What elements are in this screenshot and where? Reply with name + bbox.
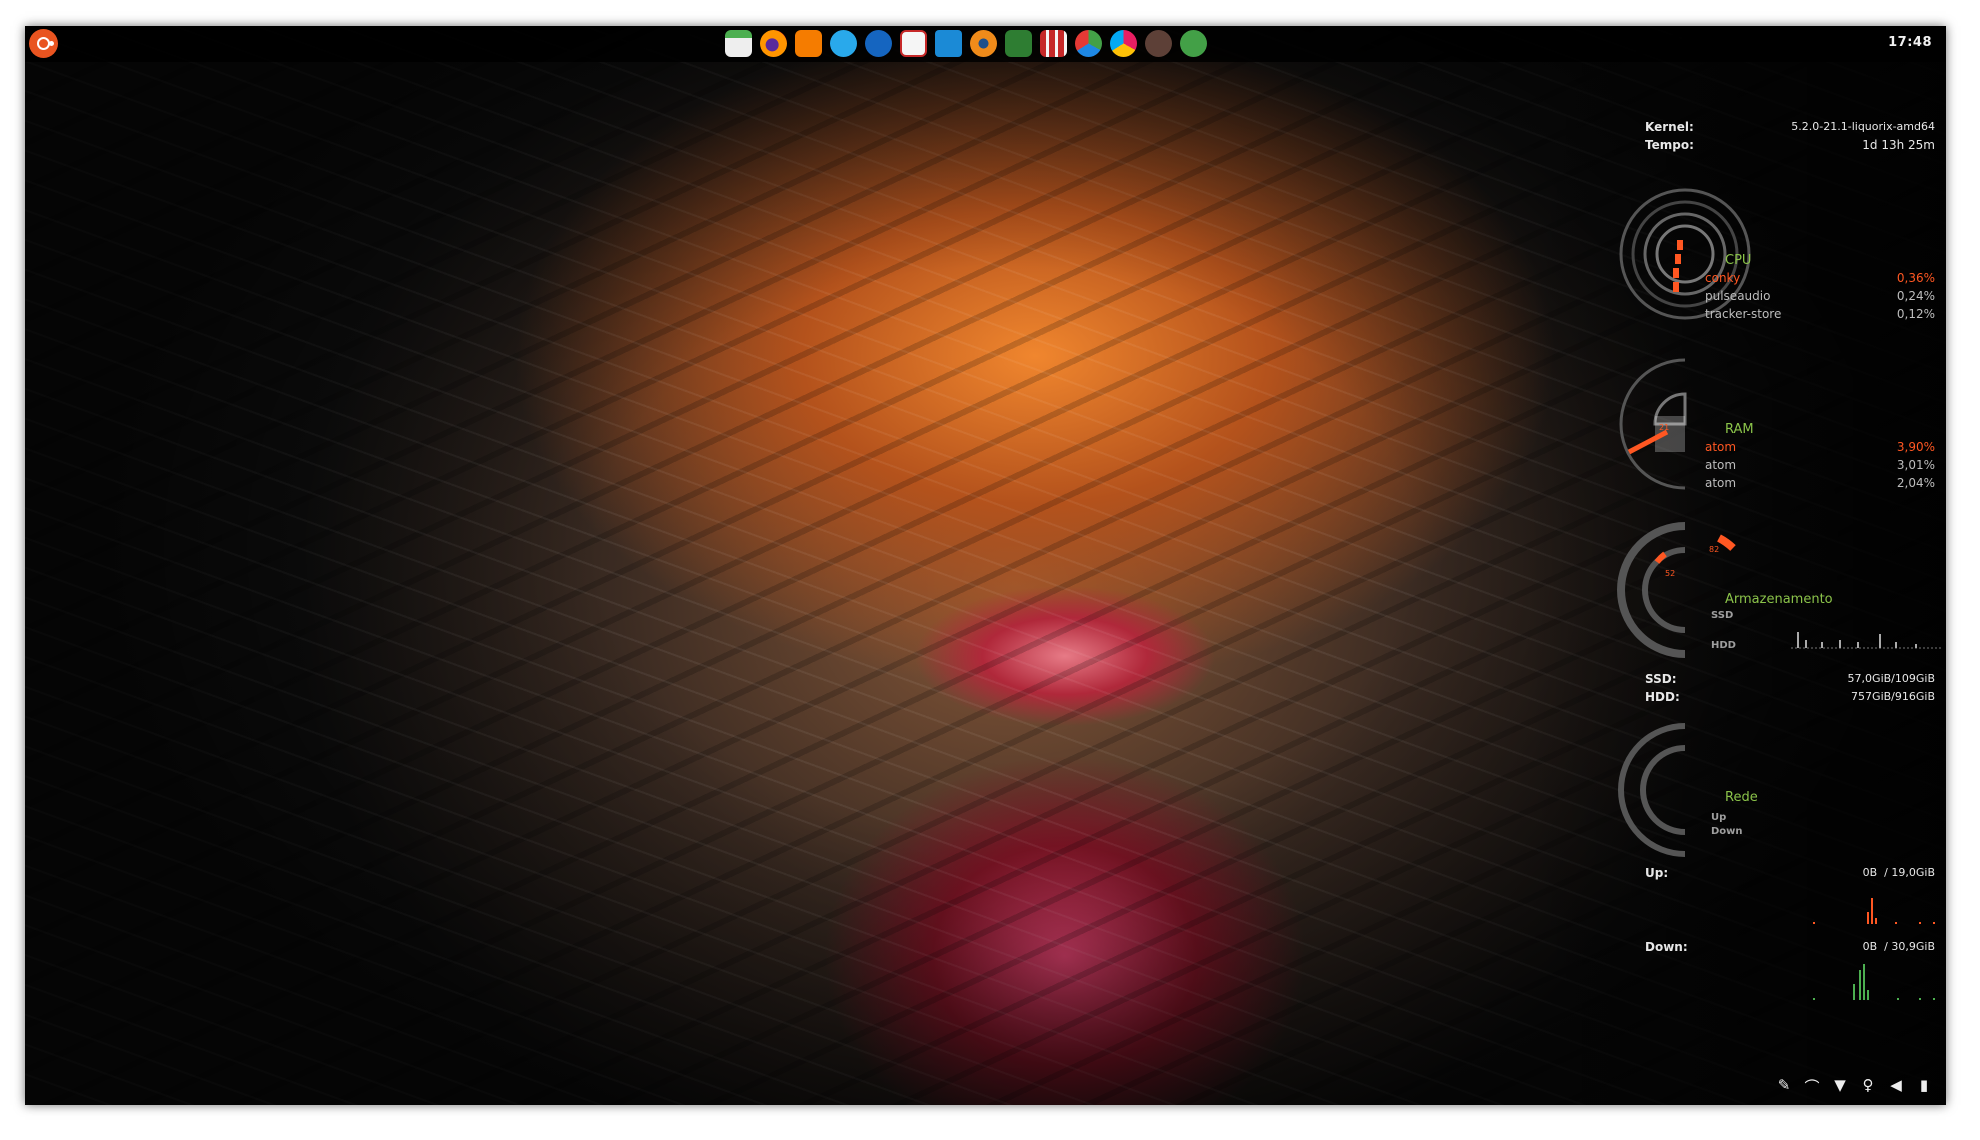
uptime-label: Tempo: bbox=[1645, 138, 1694, 152]
solitaire-icon[interactable] bbox=[900, 30, 927, 57]
ram-proc-3: atom 2,04% bbox=[1705, 476, 1935, 490]
firefox-icon[interactable] bbox=[760, 30, 787, 57]
ram-title: RAM bbox=[1725, 422, 1754, 437]
cpu-proc-3: tracker-store 0,12% bbox=[1705, 307, 1935, 321]
deezer-icon[interactable] bbox=[865, 30, 892, 57]
system-tray: ✎ ⌒ ▼ ♀ ◀ ▮ bbox=[1776, 1076, 1932, 1097]
blender-icon[interactable] bbox=[970, 30, 997, 57]
ram-proc-name: atom bbox=[1705, 458, 1737, 472]
top-panel: 17:48 bbox=[25, 26, 1946, 62]
ram-proc-value: 3,90% bbox=[1896, 440, 1935, 454]
hdd-label: HDD bbox=[1711, 640, 1736, 651]
cpu-proc-value: 0,24% bbox=[1896, 289, 1935, 303]
ssd-row-label: SSD: bbox=[1645, 672, 1677, 686]
down-label: Down bbox=[1711, 826, 1743, 837]
hdd-percent: 82 bbox=[1709, 545, 1719, 554]
ssd-label: SSD bbox=[1711, 610, 1734, 621]
hdd-row-label: HDD: bbox=[1645, 690, 1680, 704]
ssd-row-value: 57,0GiB/109GiB bbox=[1847, 672, 1935, 685]
up-row-value: 0B / 19,0GiB bbox=[1862, 866, 1935, 879]
gimp-icon[interactable] bbox=[1145, 30, 1172, 57]
bulb-icon[interactable]: ♀ bbox=[1860, 1076, 1876, 1097]
up-label: Up bbox=[1711, 812, 1727, 823]
archive-manager-icon[interactable] bbox=[1005, 30, 1032, 57]
ram-proc-name: atom bbox=[1705, 476, 1737, 490]
ram-proc-1: atom 3,90% bbox=[1705, 440, 1935, 454]
network-title: Rede bbox=[1725, 790, 1758, 805]
down-row-label: Down: bbox=[1645, 940, 1688, 954]
files-icon[interactable] bbox=[725, 30, 752, 57]
davinci-resolve-icon[interactable] bbox=[1110, 30, 1137, 57]
wifi-icon[interactable]: ▼ bbox=[1832, 1076, 1848, 1097]
uptime-value: 1d 13h 25m bbox=[1862, 138, 1935, 152]
kernel-row: Kernel: 5.2.0-21.1-liquorix-amd64 bbox=[1645, 120, 1935, 134]
conky-widget: Kernel: 5.2.0-21.1-liquorix-amd64 Tempo:… bbox=[1615, 80, 1945, 960]
storage-title: Armazenamento bbox=[1725, 592, 1833, 607]
mixer-icon[interactable] bbox=[1040, 30, 1067, 57]
steam-icon[interactable] bbox=[935, 30, 962, 57]
cpu-proc-value: 0,12% bbox=[1896, 307, 1935, 321]
dock bbox=[725, 30, 1207, 58]
cpu-proc-value: 0,36% bbox=[1896, 271, 1935, 285]
ssd-percent: 52 bbox=[1665, 569, 1675, 578]
telegram-icon[interactable] bbox=[830, 30, 857, 57]
cpu-proc-name: tracker-store bbox=[1705, 307, 1782, 321]
ubuntu-menu-icon[interactable] bbox=[29, 29, 58, 58]
desktop: 17:48 Kernel: 5.2.0-21.1-liquorix-amd64 … bbox=[25, 26, 1946, 1105]
atom-icon[interactable] bbox=[1180, 30, 1207, 57]
brush-icon[interactable]: ⌒ bbox=[1804, 1076, 1820, 1097]
ram-proc-2: atom 3,01% bbox=[1705, 458, 1935, 472]
ram-proc-value: 3,01% bbox=[1896, 458, 1935, 472]
cpu-proc-2: pulseaudio 0,24% bbox=[1705, 289, 1935, 303]
storage-gauge: 82 52 bbox=[1617, 522, 1736, 658]
kernel-label: Kernel: bbox=[1645, 120, 1694, 134]
hdd-row-value: 757GiB/916GiB bbox=[1851, 690, 1935, 703]
up-row-label: Up: bbox=[1645, 866, 1669, 880]
ssd-row: SSD: 57,0GiB/109GiB bbox=[1645, 672, 1935, 686]
up-row: Up: 0B / 19,0GiB bbox=[1645, 866, 1935, 880]
volume-icon[interactable]: ◀ bbox=[1888, 1076, 1904, 1097]
google-earth-icon[interactable] bbox=[1075, 30, 1102, 57]
ram-gauge-label: 21 bbox=[1659, 423, 1669, 432]
cpu-proc-name: pulseaudio bbox=[1705, 289, 1771, 303]
rss-icon[interactable] bbox=[795, 30, 822, 57]
disk-io-graph bbox=[1791, 632, 1941, 649]
clock[interactable]: 17:48 bbox=[1888, 35, 1932, 50]
download-graph bbox=[1813, 964, 1935, 1000]
ram-proc-name: atom bbox=[1705, 440, 1737, 454]
kernel-value: 5.2.0-21.1-liquorix-amd64 bbox=[1791, 120, 1935, 133]
uptime-row: Tempo: 1d 13h 25m bbox=[1645, 138, 1935, 152]
paperclip-icon[interactable]: ✎ bbox=[1776, 1076, 1792, 1097]
down-row-value: 0B / 30,9GiB bbox=[1862, 940, 1935, 953]
cpu-proc-name: conky bbox=[1705, 271, 1741, 285]
battery-icon[interactable]: ▮ bbox=[1916, 1076, 1932, 1097]
cpu-proc-1: conky 0,36% bbox=[1705, 271, 1935, 285]
down-row: Down: 0B / 30,9GiB bbox=[1645, 940, 1935, 954]
ram-proc-value: 2,04% bbox=[1896, 476, 1935, 490]
upload-graph bbox=[1813, 898, 1935, 924]
hdd-row: HDD: 757GiB/916GiB bbox=[1645, 690, 1935, 704]
cpu-title: CPU bbox=[1725, 253, 1752, 268]
